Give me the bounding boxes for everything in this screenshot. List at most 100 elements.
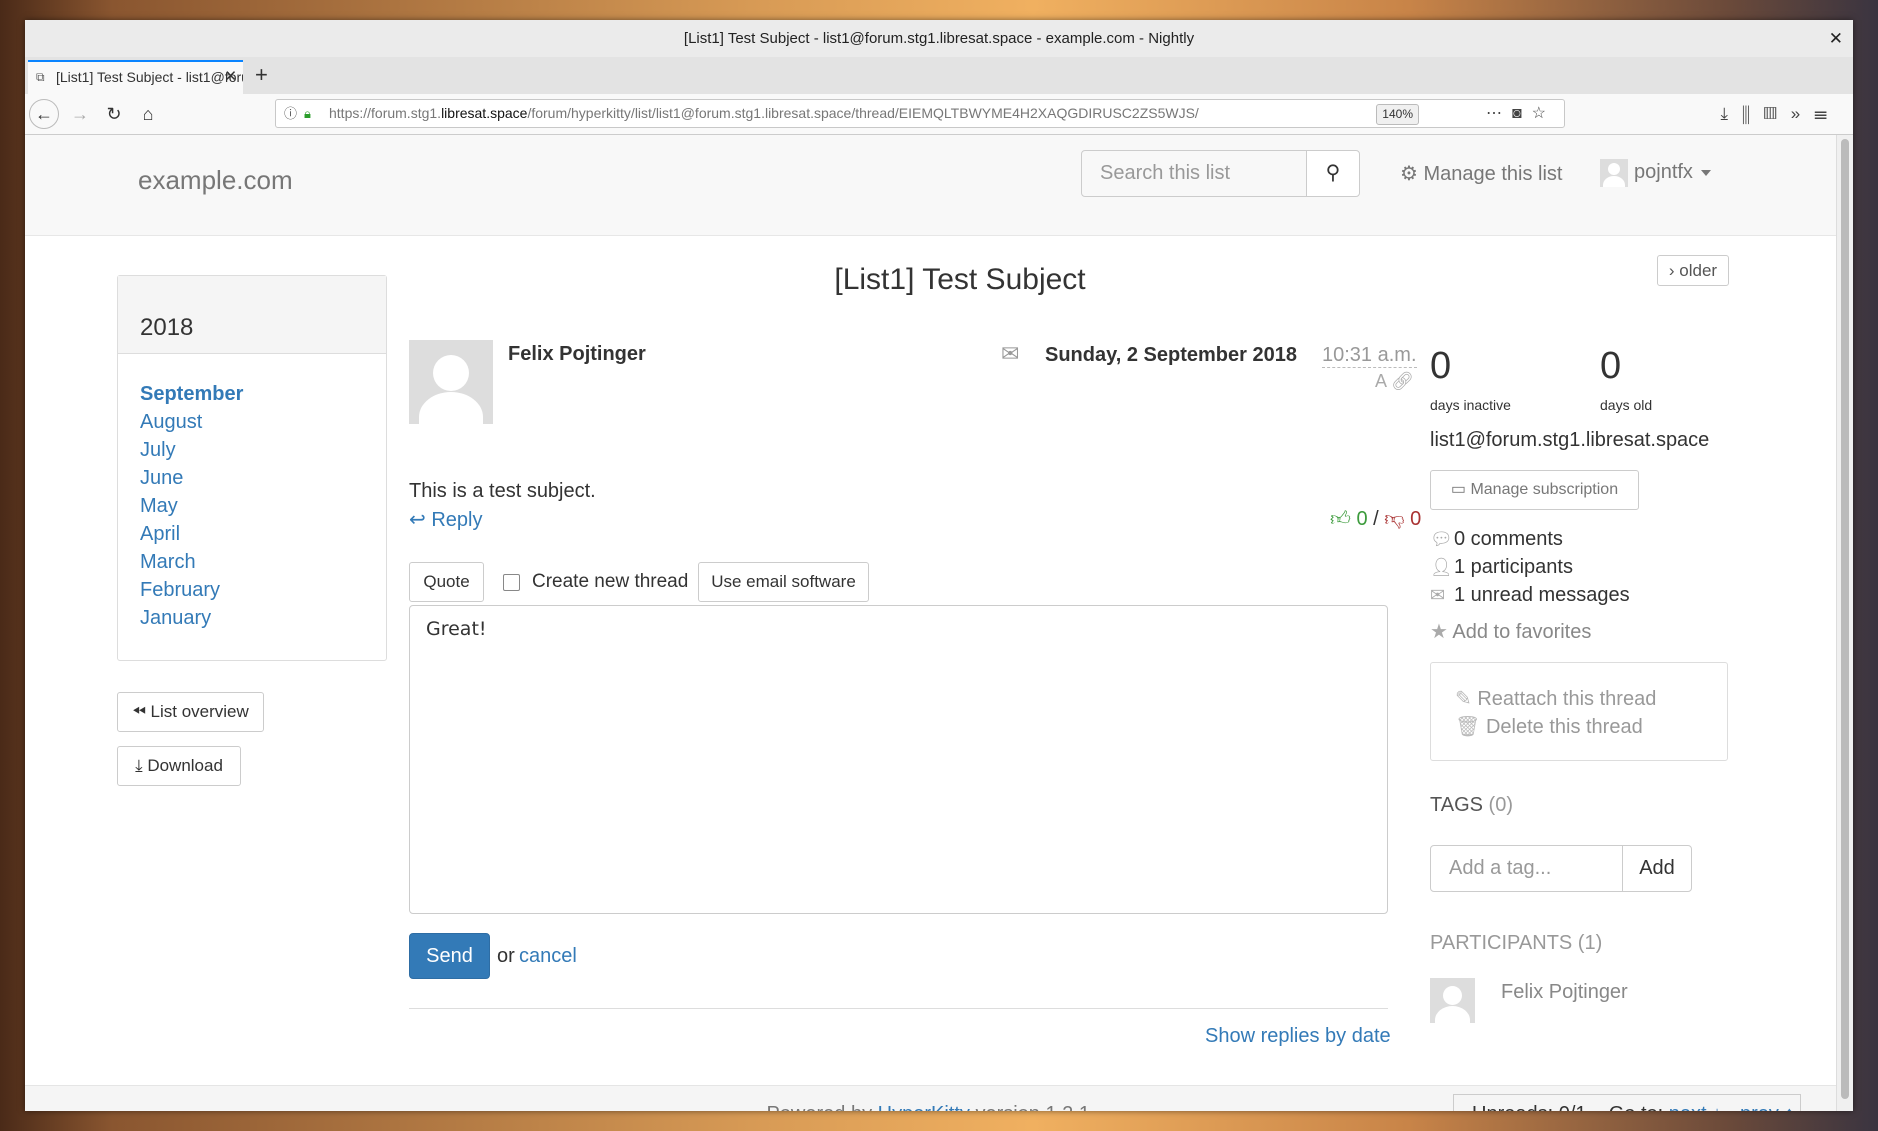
user-menu[interactable]: pojntfx bbox=[1600, 155, 1711, 190]
scrollbar-thumb[interactable] bbox=[1841, 139, 1849, 1099]
trash-icon: 🗑︎ bbox=[1455, 716, 1486, 738]
like-count: 0 bbox=[1356, 508, 1368, 530]
favicon-icon: ⧉ bbox=[36, 70, 45, 84]
overflow-icon[interactable]: » bbox=[1791, 104, 1814, 123]
add-tag-button[interactable]: Add bbox=[1622, 845, 1692, 892]
message-author: Felix Pojtinger bbox=[508, 343, 646, 365]
search-input[interactable]: Search this list bbox=[1081, 150, 1307, 197]
page-actions-icon[interactable]: ⋯ bbox=[1486, 105, 1512, 122]
month-item[interactable]: April bbox=[140, 520, 386, 548]
tags-heading-text: TAGS bbox=[1430, 794, 1483, 816]
delete-label: Delete this thread bbox=[1485, 716, 1643, 738]
month-item[interactable]: January bbox=[140, 604, 386, 632]
window-title: [List1] Test Subject - list1@forum.stg1.… bbox=[683, 30, 1195, 47]
vote-controls: 👍︎ 0 / 👎︎ 0 bbox=[1330, 507, 1421, 531]
unreads-label: Unreads: 0/1 bbox=[1472, 1103, 1587, 1111]
dislike-button[interactable]: 👎︎ 0 bbox=[1384, 508, 1421, 530]
zoom-indicator[interactable]: 140% bbox=[1376, 104, 1419, 125]
site-header: example.com Search this list ⚲ ⚙ Manage … bbox=[25, 135, 1837, 236]
bookmark-star-icon[interactable]: ☆ bbox=[1532, 105, 1556, 122]
url-actions: ⋯◙☆ bbox=[1486, 100, 1556, 127]
library-icon[interactable]: ⫼ bbox=[1742, 104, 1764, 123]
cancel-link[interactable]: cancel bbox=[519, 945, 577, 968]
search-button[interactable]: ⚲ bbox=[1306, 150, 1360, 197]
pocket-icon[interactable]: ◙ bbox=[1512, 105, 1532, 122]
next-unread-link[interactable]: next ↓ bbox=[1669, 1103, 1722, 1111]
older-thread-button[interactable]: › older bbox=[1657, 255, 1729, 286]
tab-bar: ⧉ [List1] Test Subject - list1@forum.stg… bbox=[25, 57, 1853, 94]
reply-textarea[interactable]: Great! bbox=[409, 605, 1388, 914]
menu-icon[interactable]: ☰ bbox=[1814, 104, 1841, 123]
author-avatar bbox=[409, 340, 493, 424]
reload-icon[interactable]: ↻ bbox=[99, 99, 129, 129]
link-icon[interactable]: 🔗︎ bbox=[1391, 371, 1414, 391]
delete-link[interactable]: 🗑︎ Delete this thread bbox=[1455, 713, 1727, 741]
sidebar-icon[interactable]: ▥ bbox=[1764, 104, 1791, 123]
list-overview-button[interactable]: ⏪︎ List overview bbox=[117, 692, 264, 732]
manage-subscription-button[interactable]: ▭ Manage subscription bbox=[1430, 470, 1639, 510]
goto-label: Go to: bbox=[1609, 1103, 1663, 1111]
or-text: or bbox=[497, 945, 515, 967]
message-tools: A 🔗︎ bbox=[1375, 371, 1414, 392]
participants-count: 👤︎1 participants bbox=[1430, 553, 1630, 581]
month-list: September August July June May April Mar… bbox=[118, 354, 386, 632]
archive-year: 2018 bbox=[118, 276, 386, 354]
manage-list-link[interactable]: ⚙ Manage this list bbox=[1400, 161, 1562, 186]
create-thread-label: Create new thread bbox=[532, 571, 689, 592]
reattach-label: Reattach this thread bbox=[1477, 688, 1657, 710]
use-email-button[interactable]: Use email software bbox=[698, 562, 869, 602]
reattach-link[interactable]: ✎ Reattach this thread bbox=[1455, 685, 1727, 713]
tab-close-icon[interactable]: ✕ bbox=[224, 62, 237, 92]
month-item[interactable]: August bbox=[140, 408, 386, 436]
user-avatar bbox=[1600, 158, 1628, 187]
back-icon[interactable]: ← bbox=[29, 99, 59, 129]
quote-button[interactable]: Quote bbox=[409, 562, 484, 602]
browser-window: [List1] Test Subject - list1@forum.stg1.… bbox=[25, 20, 1853, 1111]
prev-unread-link[interactable]: prev ↑ bbox=[1740, 1103, 1794, 1111]
unreads-navigator: Unreads: 0/1 Go to: next ↓ - prev ↑ bbox=[1453, 1094, 1801, 1111]
month-item[interactable]: February bbox=[140, 576, 386, 604]
unread-text: 1 unread messages bbox=[1454, 584, 1630, 606]
thread-admin-panel: ✎ Reattach this thread 🗑︎ Delete this th… bbox=[1430, 662, 1728, 761]
thread-title: [List1] Test Subject bbox=[834, 263, 1086, 296]
unreads-separator: - bbox=[1728, 1103, 1735, 1111]
url-bar[interactable]: ⓘ 🔒︎ https://forum.stg1.libresat.space/f… bbox=[275, 99, 1565, 128]
font-icon[interactable]: A bbox=[1375, 371, 1386, 391]
toolbar-right-icons: ⤓⫼▥»☰ bbox=[1721, 99, 1841, 129]
month-item[interactable]: July bbox=[140, 436, 386, 464]
info-icon[interactable]: ⓘ bbox=[284, 100, 297, 127]
download-button[interactable]: ⤓ Download bbox=[117, 746, 241, 786]
month-item[interactable]: March bbox=[140, 548, 386, 576]
navigation-toolbar: ← → ↻ ⌂ ⓘ 🔒︎ https://forum.stg1.libresat… bbox=[25, 94, 1853, 135]
forward-icon[interactable]: → bbox=[65, 99, 95, 129]
month-item[interactable]: September bbox=[140, 380, 386, 408]
home-icon[interactable]: ⌂ bbox=[133, 99, 163, 129]
like-button[interactable]: 👍︎ 0 bbox=[1330, 508, 1368, 530]
tab-label: [List1] Test Subject - list1@forum.stg1.… bbox=[56, 69, 243, 85]
add-favorites-link[interactable]: ★ Add to favorites bbox=[1430, 619, 1591, 644]
month-item[interactable]: May bbox=[140, 492, 386, 520]
url-text[interactable]: https://forum.stg1.libresat.space/forum/… bbox=[329, 100, 1199, 127]
month-item[interactable]: June bbox=[140, 464, 386, 492]
reply-link[interactable]: ↩ Reply bbox=[409, 507, 482, 532]
show-replies-link[interactable]: Show replies by date bbox=[1205, 1025, 1391, 1048]
unread-count: ✉ 1 unread messages bbox=[1430, 581, 1630, 609]
page-scrollbar[interactable] bbox=[1836, 135, 1853, 1111]
url-prefix: https://forum.stg1. bbox=[329, 105, 442, 121]
message-body: This is a test subject. bbox=[409, 480, 596, 502]
site-brand[interactable]: example.com bbox=[138, 165, 293, 196]
tag-input[interactable]: Add a tag... bbox=[1430, 845, 1623, 892]
list-address[interactable]: list1@forum.stg1.libresat.space bbox=[1430, 429, 1709, 452]
thread-info: 💬︎0 comments 👤︎1 participants ✉ 1 unread … bbox=[1430, 525, 1630, 609]
message-time: 10:31 a.m. bbox=[1322, 344, 1417, 368]
message-date: Sunday, 2 September 2018 bbox=[1045, 344, 1297, 366]
send-button[interactable]: Send bbox=[409, 933, 490, 979]
hyperkitty-link[interactable]: HyperKitty bbox=[878, 1103, 970, 1111]
downloads-icon[interactable]: ⤓ bbox=[1721, 104, 1743, 123]
window-close-button[interactable]: ✕ bbox=[1829, 20, 1843, 57]
tab-active[interactable]: ⧉ [List1] Test Subject - list1@forum.stg… bbox=[28, 60, 243, 94]
new-tab-button[interactable]: + bbox=[255, 60, 268, 90]
participant-name[interactable]: Felix Pojtinger bbox=[1501, 981, 1628, 1004]
create-thread-checkbox[interactable] bbox=[503, 574, 520, 591]
comments-text: 0 comments bbox=[1454, 528, 1563, 550]
